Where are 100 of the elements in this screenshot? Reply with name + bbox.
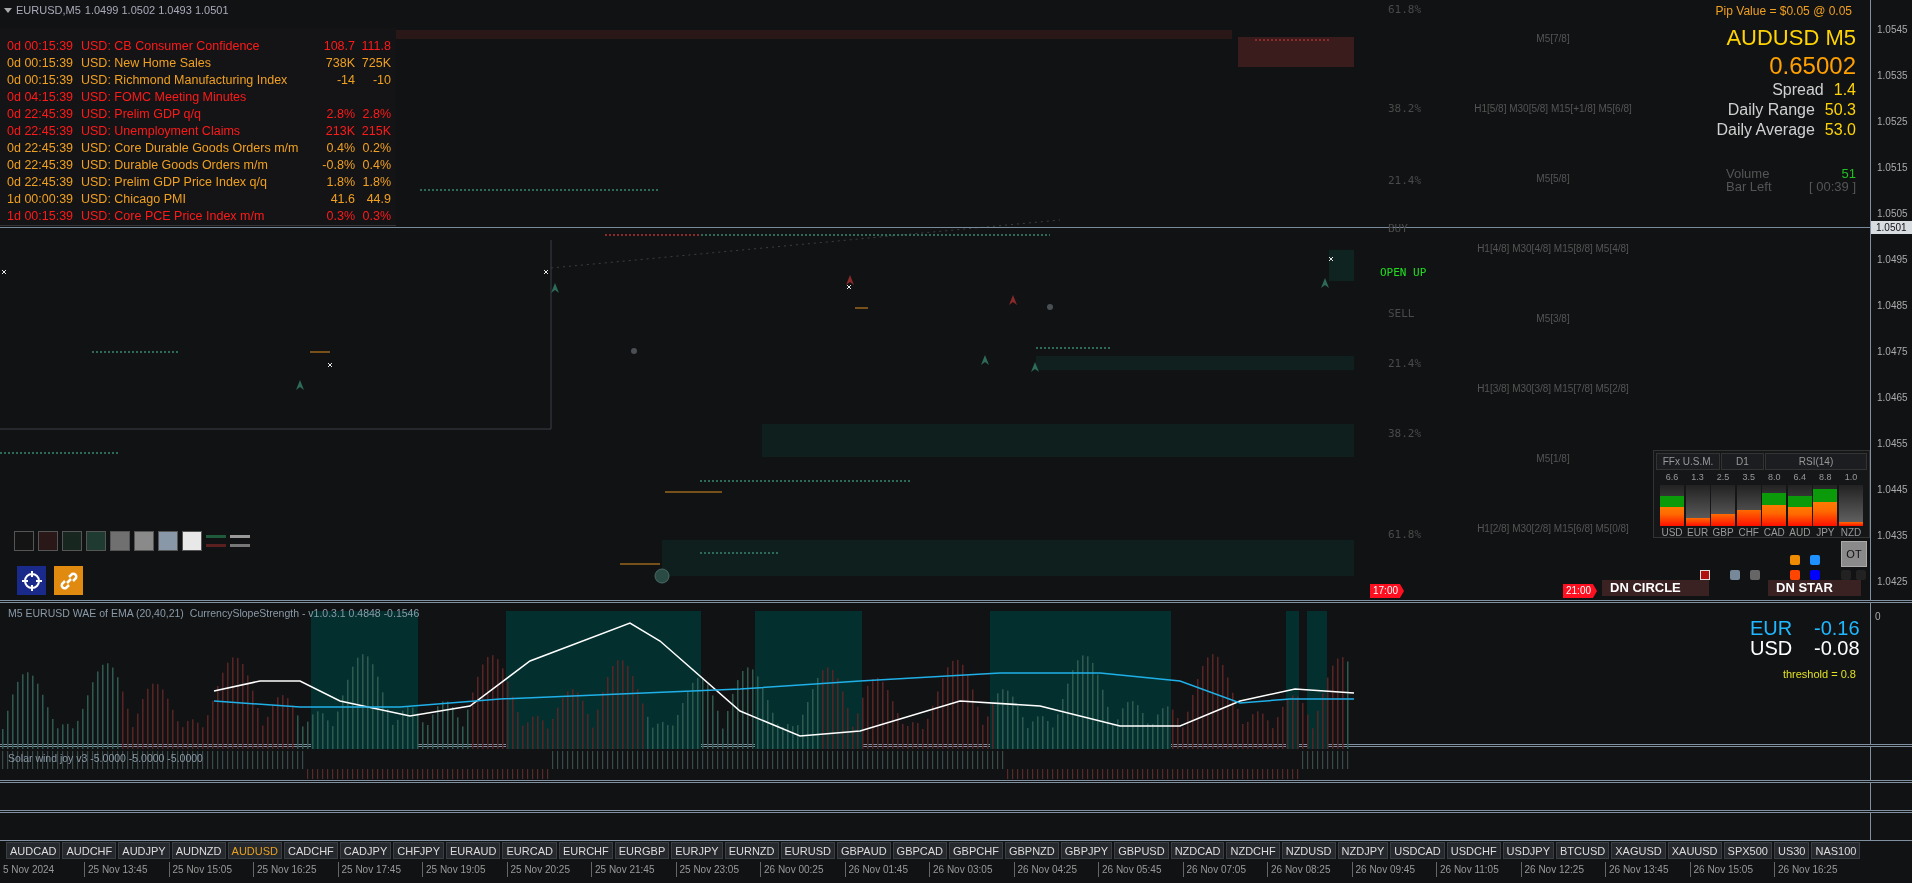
volume-value: 51: [1841, 167, 1856, 180]
price-tick-label: 1.0425: [1877, 575, 1908, 589]
symbol-tab[interactable]: AUDJPY: [118, 842, 170, 859]
symbol-tab[interactable]: BTCUSD: [1556, 842, 1610, 859]
crosshair-icon: [20, 569, 43, 592]
currency-code: NZD: [1840, 526, 1862, 539]
event-forecast: 2.8%: [361, 106, 391, 123]
symbol-tab[interactable]: EURCHF: [558, 842, 613, 859]
symbol-tab[interactable]: NZDCHF: [1226, 842, 1280, 859]
collapse-caret-icon[interactable]: [4, 7, 12, 13]
symbol-tab[interactable]: EURCAD: [502, 842, 557, 859]
symbol-tab[interactable]: GBPAUD: [836, 842, 891, 859]
time-axis-label: 26 Nov 07:05: [1182, 861, 1267, 877]
event-forecast: 111.8: [360, 38, 391, 55]
toggle-square[interactable]: [1841, 570, 1851, 580]
symbol-tab[interactable]: USDCHF: [1446, 842, 1501, 859]
color-swatch[interactable]: [158, 531, 178, 551]
symbol-tab[interactable]: GBPCHF: [949, 842, 1003, 859]
event-name: USD: Prelim GDP Price Index q/q: [81, 174, 268, 191]
event-name: USD: Prelim GDP q/q: [81, 106, 202, 123]
color-swatch[interactable]: [134, 531, 154, 551]
symbol-tab[interactable]: XAUUSD: [1667, 842, 1722, 859]
murrey-level-label: M5[7/8]: [1536, 32, 1570, 46]
symbol-tab[interactable]: GBPJPY: [1060, 842, 1113, 859]
symbol-tab[interactable]: EURGBP: [614, 842, 670, 859]
fibonacci-label: 38.2%: [1388, 426, 1422, 442]
price-tick-label: 1.0455: [1877, 437, 1908, 451]
time-axis-label: 26 Nov 15:05: [1689, 861, 1774, 877]
signal-label: OPEN UP: [1380, 265, 1427, 281]
strength-value: 1.3: [1691, 472, 1704, 482]
toggle-square[interactable]: [1700, 570, 1710, 580]
bar-left-value: [ 00:39 ]: [1809, 180, 1856, 193]
event-name: USD: Unemployment Claims: [81, 123, 242, 140]
crosshair-button[interactable]: [17, 566, 46, 595]
currency-code: USD: [1661, 526, 1683, 539]
time-axis-label: 26 Nov 00:25: [760, 861, 845, 877]
time-axis-label: 25 Nov 16:25: [253, 861, 338, 877]
symbol-tab[interactable]: SPX500: [1723, 842, 1772, 859]
event-countdown: 0d 00:15:39: [7, 72, 75, 89]
event-forecast: 0.3%: [361, 208, 391, 225]
symbol-tab[interactable]: XAGUSD: [1611, 842, 1666, 859]
time-axis-label: 26 Nov 12:25: [1520, 861, 1605, 877]
stat-label: Daily Average: [1716, 120, 1815, 140]
symbol-tab[interactable]: CADCHF: [284, 842, 338, 859]
strength-value: 2.5: [1716, 472, 1730, 482]
event-countdown: 0d 00:15:39: [7, 55, 75, 72]
color-swatch[interactable]: [62, 531, 82, 551]
symbol-tab[interactable]: EURUSD: [780, 842, 835, 859]
symbol-tab[interactable]: NAS100: [1811, 842, 1861, 859]
color-toggle[interactable]: [1790, 570, 1800, 580]
stat-label: Spread: [1772, 80, 1824, 100]
symbol-tab[interactable]: EURNZD: [724, 842, 779, 859]
symbol-tab[interactable]: EURJPY: [671, 842, 723, 859]
toggle-square[interactable]: [1730, 570, 1740, 580]
symbol-tab[interactable]: GBPCAD: [892, 842, 948, 859]
event-forecast: 1.8%: [361, 174, 391, 191]
time-axis-label: 25 Nov 19:05: [422, 861, 507, 877]
symbol-tab[interactable]: NZDUSD: [1281, 842, 1336, 859]
toggle-square[interactable]: [1856, 570, 1866, 580]
symbol-tab[interactable]: AUDCAD: [6, 842, 61, 859]
event-name: USD: Core PCE Price Index m/m: [81, 208, 266, 225]
currency-readout: USD: [1750, 638, 1794, 658]
murrey-level-label: H1[5/8] M30[5/8] M15[+1/8] M5[6/8]: [1474, 102, 1632, 116]
symbol-tab[interactable]: GBPUSD: [1114, 842, 1169, 859]
currency-code: JPY: [1816, 526, 1835, 539]
link-button[interactable]: [54, 566, 83, 595]
color-toggle[interactable]: [1810, 555, 1820, 565]
symbol-tab[interactable]: USDJPY: [1502, 842, 1554, 859]
fibonacci-label: 61.8%: [1388, 2, 1422, 18]
symbol-tab[interactable]: CHFJPY: [393, 842, 445, 859]
price-tick-label: 1.0515: [1877, 161, 1908, 175]
symbol-tab[interactable]: AUDUSD: [227, 842, 282, 859]
toggle-square[interactable]: [1750, 570, 1760, 580]
currency-code: CHF: [1738, 526, 1759, 539]
symbol-tab[interactable]: AUDCHF: [62, 842, 117, 859]
color-toggle[interactable]: [1790, 555, 1800, 565]
symbol-tab[interactable]: NZDJPY: [1337, 842, 1389, 859]
color-swatch[interactable]: [182, 531, 202, 551]
color-swatch[interactable]: [38, 531, 58, 551]
symbol-tab[interactable]: USDCAD: [1390, 842, 1445, 859]
symbol-tab[interactable]: AUDNZD: [171, 842, 226, 859]
symbol-tab[interactable]: US30: [1773, 842, 1810, 859]
fibonacci-label: 21.4%: [1388, 173, 1422, 189]
fibonacci-label: 38.2%: [1388, 101, 1422, 117]
ohlc-values: 1.0499 1.0502 1.0493 1.0501: [84, 3, 229, 18]
color-swatch[interactable]: [86, 531, 106, 551]
chain-link-icon: [57, 569, 80, 592]
price-tick-label: 1.0525: [1877, 115, 1908, 129]
color-toggle[interactable]: [1810, 570, 1820, 580]
symbol-tab[interactable]: CADJPY: [339, 842, 392, 859]
strength-value: 3.5: [1742, 472, 1755, 482]
event-actual: 2.8%: [325, 106, 355, 123]
symbol-tab[interactable]: GBPNZD: [1004, 842, 1059, 859]
color-swatch[interactable]: [110, 531, 130, 551]
symbol-tab[interactable]: NZDCAD: [1170, 842, 1225, 859]
ot-button[interactable]: OT: [1841, 541, 1867, 567]
event-actual: 41.6: [329, 191, 355, 208]
line-style-icon[interactable]: [230, 535, 250, 547]
symbol-tab[interactable]: EURAUD: [446, 842, 501, 859]
color-swatch[interactable]: [14, 531, 34, 551]
